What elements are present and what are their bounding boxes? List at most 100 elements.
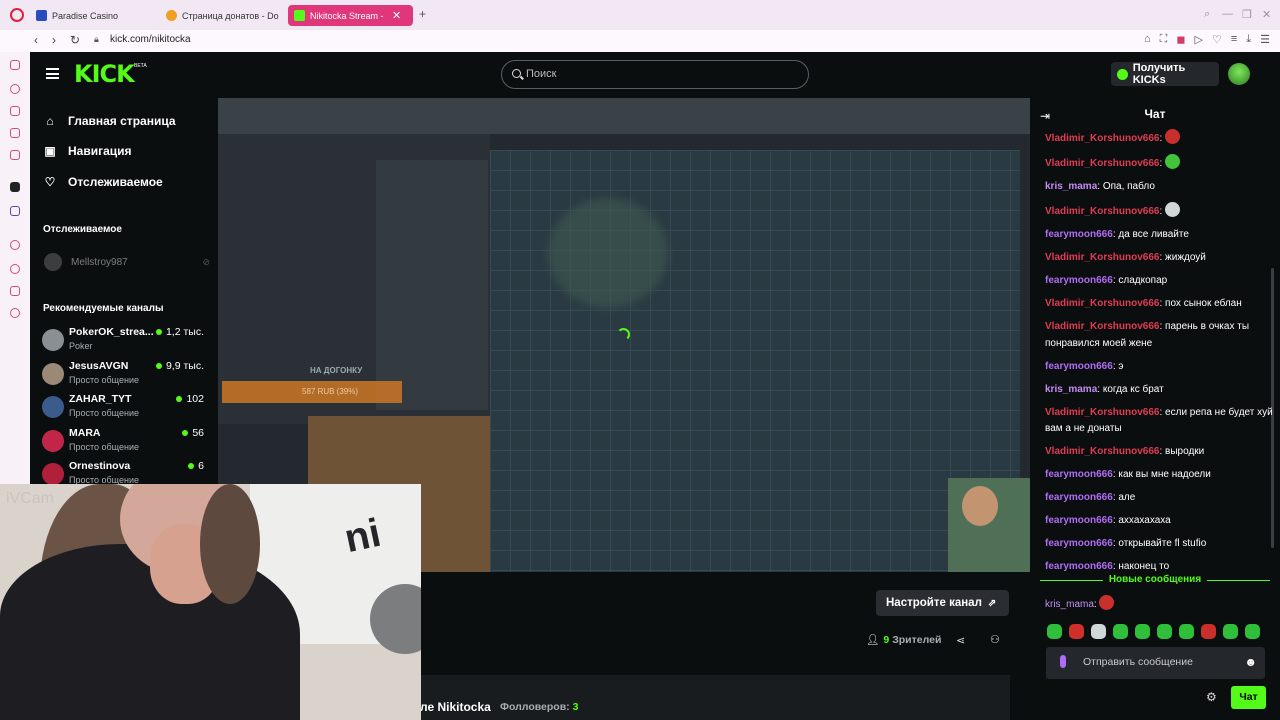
chat-username[interactable]: Vladimir_Korshunov666 (1045, 407, 1159, 418)
settings-icon[interactable] (10, 308, 20, 318)
chat-username[interactable]: fearymoon666 (1045, 492, 1113, 503)
get-kicks-button[interactable]: Получить KICKs (1111, 62, 1219, 86)
viewers-label: Зрителей (892, 633, 942, 646)
chat-username[interactable]: fearymoon666 (1045, 515, 1113, 526)
chat-username[interactable]: kris_mama (1045, 384, 1097, 395)
sidebar-app-icon[interactable] (10, 182, 20, 192)
quick-emote-icon[interactable] (1135, 624, 1150, 639)
user-avatar[interactable] (1228, 63, 1250, 85)
menu-icon[interactable]: ☰ (1260, 33, 1270, 46)
opera-logo-icon[interactable] (10, 8, 24, 22)
chat-username[interactable]: Vladimir_Korshunov666 (1045, 252, 1159, 263)
share-icon[interactable]: ⋖ (956, 634, 965, 647)
download-icon[interactable]: ⤓ (1246, 33, 1251, 46)
quick-emote-icon[interactable] (1047, 624, 1062, 639)
new-tab-button[interactable]: + (416, 8, 429, 21)
chat-username[interactable]: Vladimir_Korshunov666 (1045, 321, 1159, 332)
chat-input[interactable]: Отправить сообщение ☻ (1046, 647, 1265, 679)
chat-username[interactable]: fearymoon666 (1045, 229, 1113, 240)
reload-icon[interactable]: ↻ (70, 33, 80, 47)
chat-username[interactable]: Vladimir_Korshunov666 (1045, 446, 1159, 457)
chat-text: когда кс брат (1102, 383, 1164, 395)
browser-tab-kick[interactable]: Nikitocka Stream - Ki ✕ (288, 5, 413, 26)
followed-channel[interactable]: Mellstroy987 ⊘ (44, 253, 210, 271)
chat-username[interactable]: fearymoon666 (1045, 275, 1113, 286)
chat-settings-icon[interactable]: ⚙ (1206, 690, 1217, 704)
camera-icon[interactable]: ⌂ (1144, 33, 1151, 46)
chat-username[interactable]: Vladimir_Korshunov666 (1045, 298, 1159, 309)
url-field[interactable]: kick.com/nikitocka (110, 34, 191, 45)
heart-icon[interactable]: ♡ (1212, 33, 1222, 46)
quick-emote-icon[interactable] (1201, 624, 1216, 639)
chat-username[interactable]: fearymoon666 (1045, 469, 1113, 480)
menu-icon[interactable] (46, 68, 59, 79)
snapshot-icon[interactable]: ⛶ (1160, 33, 1168, 46)
quick-emote-icon[interactable] (1179, 624, 1194, 639)
twitch-icon[interactable] (10, 206, 20, 216)
send-chat-button[interactable]: Чат (1231, 686, 1266, 709)
recommended-channel[interactable]: MARA Просто общение 56 (42, 427, 208, 459)
sidebar-app-icon[interactable] (10, 128, 20, 138)
recommended-channel[interactable]: JesusAVGN Просто общение 9,9 тыс. (42, 360, 208, 392)
sidebar-app-icon[interactable] (10, 60, 20, 70)
chat-text: пох сынок еблан (1165, 298, 1242, 309)
history-icon[interactable] (10, 264, 20, 274)
chat-username[interactable]: fearymoon666 (1045, 361, 1113, 372)
play-icon[interactable]: ▷ (1194, 33, 1202, 46)
search-tabs-icon[interactable]: ⌕ (1204, 8, 1210, 21)
nav-browse[interactable]: ▣ Навигация (44, 144, 131, 158)
nav-home[interactable]: ⌂ Главная страница (44, 114, 175, 128)
emoji-picker-icon[interactable]: ☻ (1244, 655, 1257, 669)
chat-username[interactable]: Vladimir_Korshunov666 (1045, 206, 1159, 217)
search-input[interactable]: Поиск (501, 60, 809, 89)
sidebar-app-icon[interactable] (10, 106, 20, 116)
stream-blurred-figure (548, 198, 668, 308)
webcam-overlay: ni iVCam (0, 484, 421, 720)
chat-username[interactable]: fearymoon666 (1045, 561, 1113, 572)
chat-message: Vladimir_Korshunov666: выродки (1045, 446, 1205, 457)
recommended-header: Рекомендуемые каналы (43, 303, 164, 314)
chat-username[interactable]: Vladimir_Korshunov666 (1045, 133, 1159, 144)
recommended-channel[interactable]: Ornestinova Просто общение 6 (42, 460, 208, 484)
browser-tab-bar: Paradise Casino Страница донатов - Don N… (0, 0, 1280, 30)
address-bar: ‹ › ↻ 🔒︎ kick.com/nikitocka ⌂ ⛶ ◼ ▷ ♡ ≡ … (0, 30, 1280, 52)
chat-username[interactable]: kris_mama (1045, 181, 1097, 192)
quick-emote-icon[interactable] (1091, 624, 1106, 639)
sidebar-app-icon[interactable] (10, 84, 20, 94)
quick-emote-icon[interactable] (1157, 624, 1172, 639)
close-window-icon[interactable]: ✕ (1262, 8, 1271, 21)
lock-icon[interactable]: 🔒︎ (94, 34, 99, 45)
new-messages-label: Новые сообщения (1102, 574, 1208, 585)
browser-tab-paradise[interactable]: Paradise Casino (30, 5, 160, 26)
recommended-channel[interactable]: ZAHAR_TYT Просто общение 102 (42, 393, 208, 425)
sidebar-app-icon[interactable] (10, 286, 20, 296)
pocket-icon[interactable]: ◼ (1176, 33, 1185, 46)
nav-following[interactable]: ♡ Отслеживаемое (44, 175, 163, 189)
chat-message: kris_mama: Опа, пабло (1045, 181, 1155, 192)
sidebar-app-icon[interactable] (10, 240, 20, 250)
back-icon[interactable]: ‹ (34, 33, 38, 47)
quick-emote-icon[interactable] (1245, 624, 1260, 639)
forward-icon[interactable]: › (52, 33, 56, 47)
chat-message: fearymoon666: как вы мне надоели (1045, 469, 1211, 480)
minimize-icon[interactable]: — (1222, 8, 1233, 20)
chat-username[interactable]: Vladimir_Korshunov666 (1045, 158, 1159, 169)
kick-logo[interactable]: KICK (74, 60, 135, 88)
viewer-count-value: 1,2 тыс. (165, 326, 204, 338)
browser-tab-donations[interactable]: Страница донатов - Don (160, 5, 285, 26)
quick-emote-icon[interactable] (1113, 624, 1128, 639)
close-tab-icon[interactable]: ✕ (392, 9, 401, 22)
recommended-channel[interactable]: PokerOK_strea... Poker 1,2 тыс. (42, 326, 208, 358)
chat-username[interactable]: kris_mama (1045, 599, 1094, 610)
setup-channel-button[interactable]: Настройте канал ⇗ (876, 590, 1009, 616)
live-dot-icon (182, 430, 189, 436)
new-messages-divider[interactable]: Новые сообщения (1040, 574, 1270, 588)
follow-user-icon[interactable]: ⚇ (990, 633, 1000, 646)
microphone-icon[interactable] (1060, 655, 1066, 668)
chat-username[interactable]: fearymoon666 (1045, 538, 1113, 549)
quick-emote-icon[interactable] (1223, 624, 1238, 639)
extensions-icon[interactable]: ≡ (1231, 33, 1237, 46)
quick-emote-icon[interactable] (1069, 624, 1084, 639)
maximize-icon[interactable]: ❐ (1242, 8, 1252, 21)
sidebar-app-icon[interactable] (10, 150, 20, 160)
